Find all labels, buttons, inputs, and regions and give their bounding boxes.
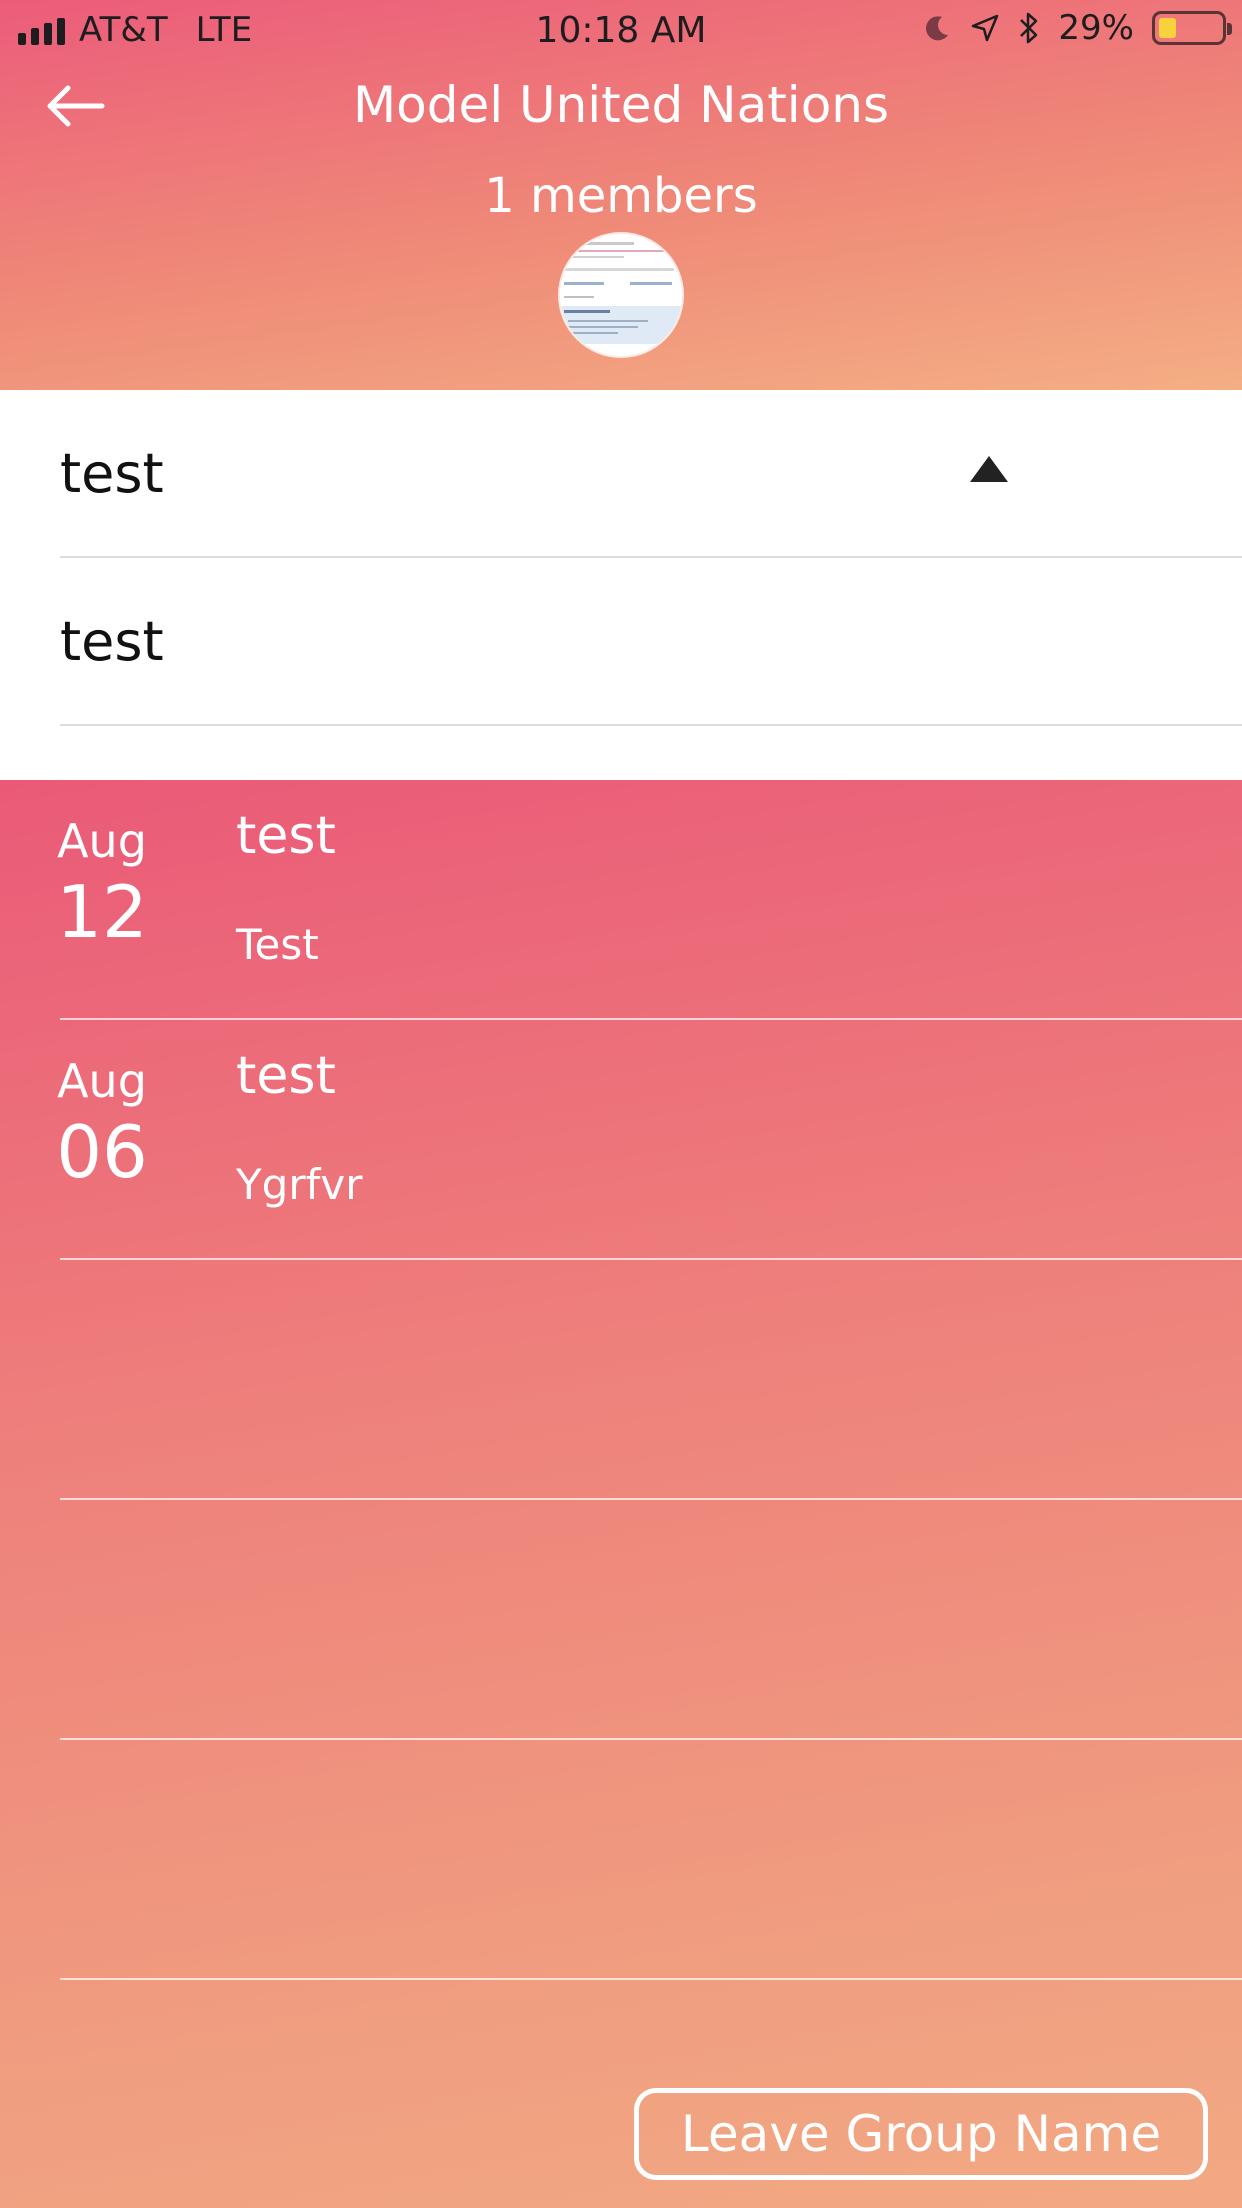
empty-row [0, 1260, 1242, 1500]
event-day: 12 [56, 870, 148, 954]
event-row[interactable]: Aug 06 test Ygrfvr [0, 1020, 1242, 1260]
status-bar: AT&T LTE 10:18 AM 29% [0, 0, 1242, 62]
topic-row[interactable]: test [60, 390, 1242, 558]
empty-row [0, 1740, 1242, 1980]
avatar-thumbnail [560, 234, 682, 356]
leave-group-button[interactable]: Leave Group Name [634, 2088, 1208, 2180]
member-count[interactable]: 1 members [0, 168, 1242, 224]
battery-percent: 29% [1058, 8, 1134, 48]
event-month: Aug [57, 814, 147, 868]
event-description: Ygrfvr [236, 1160, 363, 1209]
location-icon [972, 14, 999, 42]
moon-icon [926, 16, 949, 41]
row-divider [60, 1978, 1242, 1980]
event-row[interactable]: Aug 12 test Test [0, 780, 1242, 1020]
group-avatar[interactable] [560, 234, 682, 356]
group-header: AT&T LTE 10:18 AM 29% Model United Natio… [0, 0, 1242, 390]
event-day: 06 [56, 1110, 148, 1194]
status-right: 29% [922, 8, 1232, 48]
topic-list: test test [0, 390, 1242, 780]
event-list: Aug 12 test Test Aug 06 test Ygrfvr [0, 780, 1242, 2208]
event-month: Aug [57, 1054, 147, 1108]
bluetooth-icon [1020, 12, 1038, 44]
topic-label: test [60, 609, 164, 673]
event-title: test [236, 1046, 336, 1106]
empty-row [0, 1500, 1242, 1740]
battery-level [1159, 18, 1177, 38]
page-title: Model United Nations [352, 76, 890, 134]
topic-row[interactable]: test [60, 558, 1242, 726]
battery-icon [1152, 11, 1232, 45]
collapse-icon[interactable] [970, 456, 1008, 482]
event-description: Test [236, 920, 319, 969]
event-title: test [236, 806, 336, 866]
topic-label: test [60, 441, 164, 505]
